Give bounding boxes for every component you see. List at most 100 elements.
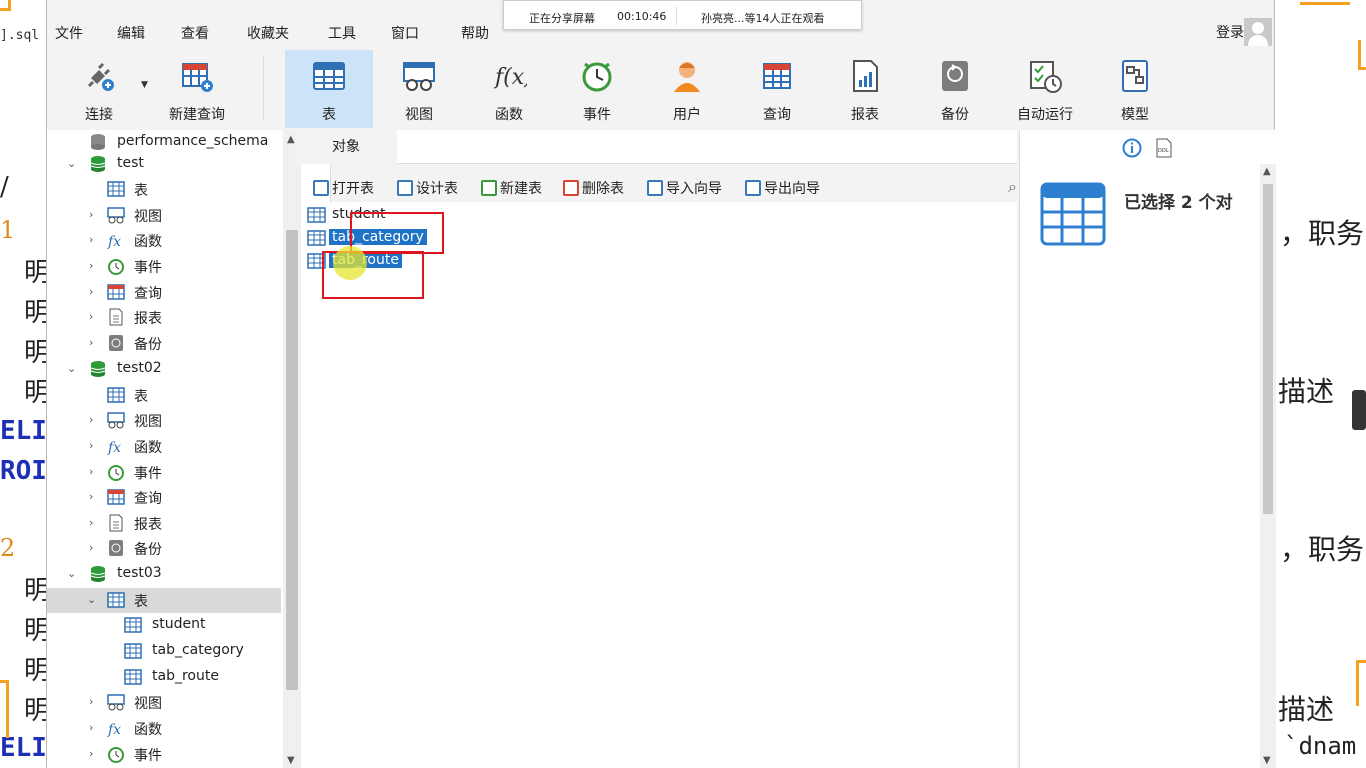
tree-label: 报表 (134, 517, 162, 533)
model-label: 模型 (1121, 107, 1149, 123)
autorun-button[interactable]: 自动运行 (1001, 50, 1089, 128)
search-icon[interactable]: ⌕ (1008, 177, 1017, 197)
chevron-right-icon[interactable]: › (89, 747, 93, 760)
tree-node-events[interactable]: › 事件 (47, 460, 281, 485)
clock-icon (108, 259, 124, 275)
backup-button[interactable]: 备份 (911, 50, 999, 128)
chevron-right-icon[interactable]: › (89, 516, 93, 529)
info-icon[interactable] (1122, 138, 1142, 158)
chevron-down-icon[interactable]: ⌄ (87, 593, 96, 606)
tree-node-reports[interactable]: › 报表 (47, 511, 281, 536)
chevron-down-icon[interactable]: ⌄ (67, 567, 76, 580)
view-button[interactable]: 视图 (375, 50, 463, 128)
scroll-thumb[interactable] (1263, 184, 1273, 514)
tree-db-test02[interactable]: ⌄ test02 (47, 357, 281, 382)
new-table-button[interactable]: 新建表 (481, 178, 542, 198)
tree-node-views[interactable]: › 视图 (47, 203, 281, 228)
tree-node-functions[interactable]: › fx 函数 (47, 228, 281, 253)
chevron-down-icon[interactable]: ⌄ (67, 362, 76, 375)
chevron-right-icon[interactable]: › (89, 259, 93, 272)
tree-label: 查询 (134, 286, 162, 302)
autorun-icon (1030, 61, 1062, 93)
side-handle[interactable] (1352, 390, 1366, 430)
menu-favorites[interactable]: 收藏夹 (247, 23, 289, 43)
model-icon (1122, 60, 1148, 92)
query-button[interactable]: 查询 (733, 50, 821, 128)
chevron-right-icon[interactable]: › (89, 336, 93, 349)
chevron-right-icon[interactable]: › (89, 310, 93, 323)
delete-table-button[interactable]: 删除表 (563, 178, 624, 198)
tree-db-test[interactable]: ⌄ test (47, 152, 281, 177)
tree-node-events[interactable]: › 事件 (47, 742, 281, 767)
table-icon (107, 592, 125, 608)
menu-help[interactable]: 帮助 (461, 23, 489, 43)
menu-edit[interactable]: 编辑 (117, 23, 145, 43)
chevron-right-icon[interactable]: › (89, 465, 93, 478)
tree-db-test03[interactable]: ⌄ test03 (47, 562, 281, 587)
tree-table-item[interactable]: tab_category (47, 639, 281, 664)
tree-table-item[interactable]: tab_route (47, 665, 281, 690)
tree-node-reports[interactable]: › 报表 (47, 305, 281, 330)
open-table-button[interactable]: 打开表 (313, 178, 374, 198)
ddl-icon[interactable]: DDL (1154, 138, 1174, 158)
model-button[interactable]: 模型 (1091, 50, 1179, 128)
connect-dropdown-icon[interactable]: ▼ (141, 80, 148, 90)
open-table-icon (313, 180, 329, 196)
chevron-right-icon[interactable]: › (89, 439, 93, 452)
backup-icon (109, 540, 123, 556)
function-icon: fx (107, 722, 121, 737)
tree-node-backups[interactable]: › 备份 (47, 536, 281, 561)
design-table-button[interactable]: 设计表 (397, 178, 458, 198)
tree-node-views[interactable]: › 视图 (47, 408, 281, 433)
tab-objects[interactable]: 对象 (297, 130, 395, 164)
menu-file[interactable]: 文件 (55, 23, 83, 43)
export-wizard-button[interactable]: 导出向导 (745, 178, 820, 198)
clock-icon (108, 747, 124, 763)
tree-label: 函数 (134, 440, 162, 456)
query-icon (107, 489, 125, 505)
table-button[interactable]: 表 (285, 50, 373, 128)
report-button[interactable]: 报表 (821, 50, 909, 128)
menu-view[interactable]: 查看 (181, 23, 209, 43)
tree-node-tables[interactable]: 表 (47, 383, 281, 408)
clock-icon (582, 62, 612, 92)
tree-label: 备份 (134, 542, 162, 558)
tree-node-queries[interactable]: › 查询 (47, 280, 281, 305)
menu-window[interactable]: 窗口 (391, 23, 419, 43)
avatar[interactable] (1244, 18, 1272, 46)
tree-label: tab_route (152, 668, 219, 684)
info-scrollbar[interactable]: ▲ ▼ (1260, 164, 1276, 768)
share-viewers[interactable]: 孙亮亮...等14人正在观看 (701, 10, 825, 26)
tree-node-backups[interactable]: › 备份 (47, 331, 281, 356)
login-link[interactable]: 登录 (1216, 22, 1244, 42)
user-button[interactable]: 用户 (643, 50, 731, 128)
chevron-right-icon[interactable]: › (89, 208, 93, 221)
chevron-right-icon[interactable]: › (89, 695, 93, 708)
chevron-right-icon[interactable]: › (89, 413, 93, 426)
chevron-right-icon[interactable]: › (89, 233, 93, 246)
tree-node-events[interactable]: › 事件 (47, 254, 281, 279)
chevron-right-icon[interactable]: › (89, 285, 93, 298)
tree-node-tables[interactable]: 表 (47, 177, 281, 202)
chevron-right-icon[interactable]: › (89, 541, 93, 554)
chevron-right-icon[interactable]: › (89, 721, 93, 734)
tree-table-item[interactable]: student (47, 613, 281, 638)
tree-node-functions[interactable]: › fx 函数 (47, 434, 281, 459)
chevron-down-icon[interactable]: ⌄ (67, 157, 76, 170)
object-pane: 对象 打开表 设计表 新建表 删除表 导入向导 导出向导 ⌕ student t… (285, 130, 1017, 768)
tree-node-functions[interactable]: › fx 函数 (47, 716, 281, 741)
tree-node-queries[interactable]: › 查询 (47, 485, 281, 510)
event-button[interactable]: 事件 (553, 50, 641, 128)
scroll-down-icon[interactable]: ▼ (1263, 755, 1271, 766)
menu-tools[interactable]: 工具 (328, 23, 356, 43)
chevron-right-icon[interactable]: › (89, 490, 93, 503)
function-button[interactable]: f(x) 函数 (465, 50, 553, 128)
scroll-up-icon[interactable]: ▲ (1263, 166, 1271, 177)
import-wizard-button[interactable]: 导入向导 (647, 178, 722, 198)
tree-node-tables-selected[interactable]: ⌄ 表 (47, 588, 281, 613)
new-query-button[interactable]: 新建查询 (153, 50, 241, 128)
tree-label: 事件 (134, 748, 162, 764)
corner-marker (1300, 0, 1350, 5)
tree-node-views[interactable]: › 视图 (47, 690, 281, 715)
connect-button[interactable]: 连接 (55, 50, 143, 128)
